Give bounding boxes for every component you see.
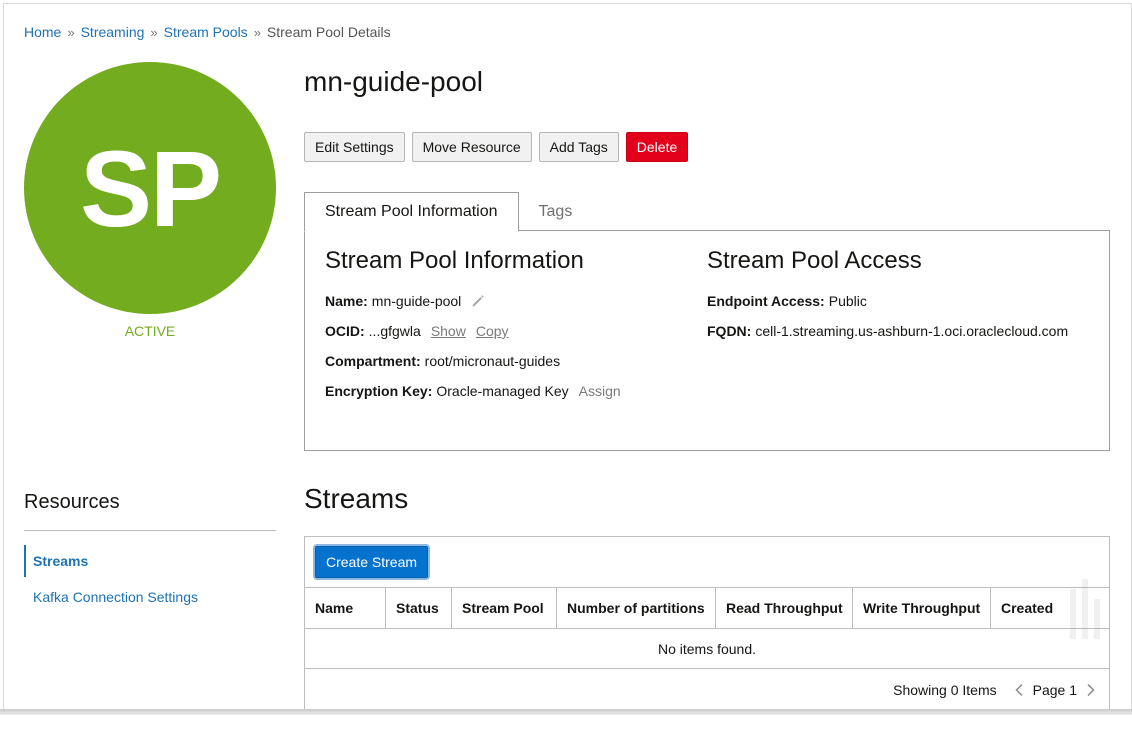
- edit-settings-button[interactable]: Edit Settings: [304, 132, 405, 162]
- endpoint-row: Endpoint Access: Public: [707, 293, 1068, 309]
- info-column: Stream Pool Information Name: mn-guide-p…: [325, 247, 621, 413]
- breadcrumb-separator: »: [253, 25, 261, 40]
- breadcrumb-home[interactable]: Home: [24, 24, 61, 40]
- move-resource-button[interactable]: Move Resource: [411, 132, 532, 162]
- access-heading: Stream Pool Access: [707, 247, 922, 274]
- ocid-copy-link[interactable]: Copy: [476, 323, 509, 339]
- column-header-write-throughput[interactable]: Write Throughput: [853, 588, 991, 628]
- create-stream-button[interactable]: Create Stream: [315, 546, 429, 578]
- fqdn-row: FQDN: cell-1.streaming.us-ashburn-1.oci.…: [707, 323, 1068, 339]
- action-bar: Edit Settings Move Resource Add Tags Del…: [304, 132, 689, 162]
- page-title: mn-guide-pool: [304, 66, 483, 97]
- endpoint-label: Endpoint Access:: [707, 293, 825, 309]
- streams-title: Streams: [304, 483, 409, 514]
- table-footer: Showing 0 Items Page 1: [305, 669, 1109, 710]
- resources-nav: Streams Kafka Connection Settings: [24, 545, 276, 613]
- add-tags-button[interactable]: Add Tags: [538, 132, 619, 162]
- name-row: Name: mn-guide-pool: [325, 293, 621, 309]
- resources-divider: [24, 530, 276, 531]
- page-frame: Home » Streaming » Stream Pools » Stream Pool …: [3, 3, 1132, 715]
- breadcrumb-current: Stream Pool Details: [266, 24, 391, 40]
- watermark-graphic: [1070, 579, 1100, 639]
- empty-message: No items found.: [305, 629, 1109, 669]
- fqdn-label: FQDN:: [707, 323, 752, 339]
- items-count: Showing 0 Items: [893, 681, 997, 698]
- compartment-row: Compartment: root/micronaut-guides: [325, 353, 621, 369]
- column-header-read-throughput[interactable]: Read Throughput: [716, 588, 853, 628]
- column-header-partitions[interactable]: Number of partitions: [557, 588, 716, 628]
- pencil-icon[interactable]: [471, 294, 485, 308]
- name-value: mn-guide-pool: [371, 293, 462, 309]
- page-indicator: Page 1: [1032, 681, 1077, 698]
- pagination: Page 1: [1013, 682, 1097, 698]
- encryption-row: Encryption Key: Oracle-managed Key Assig…: [325, 383, 621, 399]
- column-header-status[interactable]: Status: [386, 588, 452, 628]
- avatar-initials: SP: [79, 127, 222, 249]
- fqdn-value: cell-1.streaming.us-ashburn-1.oci.oracle…: [755, 323, 1069, 339]
- chevron-right-icon[interactable]: [1083, 683, 1097, 697]
- tab-stream-pool-information[interactable]: Stream Pool Information: [304, 192, 519, 232]
- streams-table: Create Stream Name Status Stream Pool Nu…: [304, 536, 1110, 711]
- table-header: Name Status Stream Pool Number of partit…: [305, 587, 1109, 629]
- ocid-show-link[interactable]: Show: [431, 323, 466, 339]
- resources-item-streams[interactable]: Streams: [24, 545, 276, 577]
- encryption-label: Encryption Key:: [325, 383, 433, 399]
- breadcrumb-stream-pools[interactable]: Stream Pools: [164, 24, 248, 40]
- detail-tabs: Stream Pool Information Tags: [304, 192, 592, 232]
- breadcrumb-separator: »: [150, 25, 158, 40]
- ocid-value: ...gfgwla: [368, 323, 421, 339]
- resource-avatar: SP: [24, 62, 276, 314]
- column-header-stream-pool[interactable]: Stream Pool: [452, 588, 557, 628]
- encryption-value: Oracle-managed Key: [436, 383, 569, 399]
- encryption-assign-link[interactable]: Assign: [579, 383, 621, 399]
- name-label: Name:: [325, 293, 368, 309]
- info-heading: Stream Pool Information: [325, 247, 584, 274]
- breadcrumb-separator: »: [67, 25, 75, 40]
- compartment-value: root/micronaut-guides: [424, 353, 561, 369]
- lifecycle-state: ACTIVE: [124, 323, 176, 339]
- ocid-label: OCID:: [325, 323, 365, 339]
- info-panel: Stream Pool Information Name: mn-guide-p…: [304, 230, 1110, 451]
- chevron-left-icon[interactable]: [1013, 683, 1027, 697]
- resources-title: Resources: [24, 491, 120, 513]
- access-column: Stream Pool Access Endpoint Access: Publ…: [707, 247, 1068, 353]
- page-bottom-edge: [0, 709, 1132, 715]
- endpoint-value: Public: [828, 293, 867, 309]
- tab-tags[interactable]: Tags: [519, 192, 593, 231]
- resources-item-kafka-connection-settings[interactable]: Kafka Connection Settings: [24, 581, 276, 613]
- ocid-row: OCID: ...gfgwla Show Copy: [325, 323, 621, 339]
- delete-button[interactable]: Delete: [625, 132, 689, 162]
- column-header-name[interactable]: Name: [305, 588, 386, 628]
- breadcrumb: Home » Streaming » Stream Pools » Stream Pool …: [24, 24, 391, 40]
- breadcrumb-streaming[interactable]: Streaming: [81, 24, 145, 40]
- compartment-label: Compartment:: [325, 353, 421, 369]
